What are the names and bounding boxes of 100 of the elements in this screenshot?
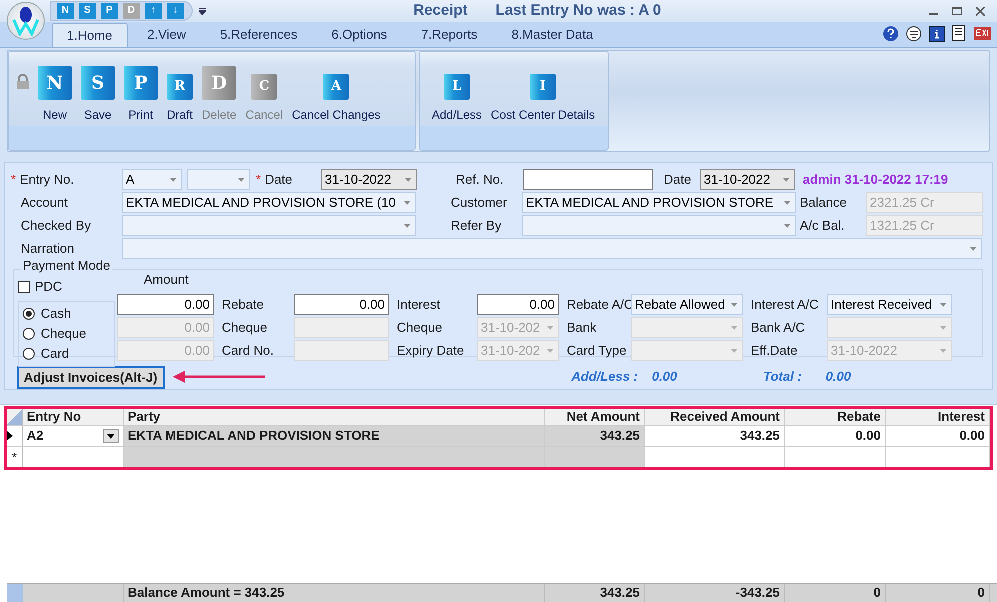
field-label: Narration — [20, 240, 76, 258]
field-label: Checked By — [20, 216, 92, 235]
column-header[interactable]: Received Amount — [645, 409, 785, 425]
ribbon-tab[interactable]: 8.Master Data — [498, 23, 608, 47]
ribbon-button[interactable]: N New — [36, 66, 74, 124]
dropdown-field[interactable] — [522, 215, 796, 236]
radio-button[interactable] — [23, 348, 35, 360]
book-icon: S — [81, 66, 115, 100]
maximize-icon[interactable] — [952, 7, 962, 15]
field-label: Date — [265, 170, 293, 189]
input-field[interactable]: 0.00 — [477, 294, 559, 315]
column-header[interactable]: Interest — [886, 409, 990, 425]
dropdown-arrow-icon — [731, 302, 738, 306]
window-subtitle: Last Entry No was : A 0 — [496, 0, 662, 21]
table-cell: EKTA MEDICAL AND PROVISION STORE — [124, 426, 545, 446]
quick-access-button[interactable]: N — [57, 3, 74, 19]
dropdown-arrow-icon — [547, 348, 554, 352]
checkbox[interactable] — [18, 280, 30, 292]
footer-total: 0 — [785, 584, 886, 602]
column-header[interactable]: Entry No — [23, 409, 124, 425]
radio-button[interactable] — [23, 328, 35, 340]
help-icon[interactable] — [883, 26, 899, 42]
audit-label: admin 31-10-2022 17:19 — [803, 170, 948, 189]
column-header[interactable]: Party — [124, 409, 545, 425]
group-legend: Payment Mode — [21, 259, 112, 273]
dropdown-field[interactable] — [122, 238, 982, 259]
quick-access-button[interactable]: P — [101, 3, 118, 19]
input-field[interactable]: 0.00 — [294, 294, 389, 315]
dropdown-arrow-icon — [940, 348, 947, 352]
add-less-label: Add/Less : — [572, 368, 638, 386]
ribbon-tab[interactable]: 5.References — [206, 23, 312, 47]
dropdown-arrow-icon — [970, 246, 977, 250]
dropdown-arrow-icon — [170, 178, 177, 182]
book-icon: C — [251, 74, 278, 100]
dropdown-field[interactable]: A — [122, 169, 182, 190]
current-row-icon — [7, 431, 13, 441]
radio-button[interactable] — [23, 308, 35, 320]
dropdown-field[interactable]: 31-10-2022 — [700, 169, 795, 190]
field-label: Interest — [396, 296, 442, 314]
row-header[interactable] — [7, 426, 23, 446]
ribbon-button[interactable]: S Save — [79, 66, 117, 124]
quick-access-button[interactable]: S — [79, 3, 96, 19]
ribbon-button[interactable]: P Print — [122, 66, 160, 124]
ribbon-tab[interactable]: 6.Options — [318, 23, 402, 47]
dropdown-arrow-icon — [731, 326, 738, 330]
ribbon-tab[interactable]: 1.Home — [52, 23, 128, 47]
database-icon[interactable] — [906, 26, 922, 42]
dropdown-arrow-icon — [783, 178, 790, 182]
quick-access-button[interactable]: ↓ — [167, 3, 184, 19]
field-label: Cheque — [221, 318, 269, 337]
ribbon-button[interactable]: L Add/Less — [430, 66, 484, 124]
radio-label: Card — [41, 345, 70, 364]
field-label: Bank A/C — [750, 318, 806, 337]
field-label: A/c Bal. — [800, 216, 846, 235]
field-label: Card No. — [221, 342, 276, 360]
dropdown-field[interactable]: Rebate Allowed — [631, 294, 743, 315]
app-logo-icon[interactable] — [7, 2, 45, 40]
column-header[interactable]: Net Amount — [545, 409, 645, 425]
field-label: Ref. No. — [456, 170, 505, 189]
field-label: Rebate — [221, 296, 265, 314]
exit-icon[interactable] — [974, 27, 991, 40]
dropdown-field[interactable]: Interest Received — [827, 294, 952, 315]
dropdown-field[interactable] — [122, 215, 416, 236]
input-field[interactable]: 0.00 — [117, 294, 214, 315]
adjust-invoices-button[interactable]: Adjust Invoices(Alt-J) — [17, 366, 165, 388]
book-icon: R — [167, 74, 193, 100]
field-label: Refer By — [451, 216, 503, 235]
field-label: Account — [20, 194, 69, 212]
column-header[interactable]: Rebate — [785, 409, 886, 425]
dropdown-field[interactable]: 31-10-2022 — [321, 169, 417, 190]
footer-total: 343.25 — [545, 584, 645, 602]
dropdown-arrow-icon — [940, 326, 947, 330]
quick-access-button[interactable]: ↑ — [145, 3, 162, 19]
customize-menu-icon[interactable] — [199, 8, 206, 14]
ribbon-button[interactable]: I Cost Center Details — [489, 66, 598, 124]
dropdown-field[interactable]: EKTA MEDICAL AND PROVISION STORE — [522, 192, 796, 213]
info-icon[interactable] — [929, 26, 945, 42]
dropdown-field[interactable]: EKTA MEDICAL AND PROVISION STORE (10 — [122, 192, 416, 213]
book-icon: L — [444, 74, 470, 100]
ribbon-tab[interactable]: 7.Reports — [407, 23, 492, 47]
book-icon: P — [124, 66, 158, 100]
dropdown-field[interactable] — [187, 169, 250, 190]
input-field[interactable] — [523, 169, 653, 190]
dropdown-arrow-icon — [238, 178, 245, 182]
document-icon[interactable] — [952, 25, 967, 42]
field-label: Date — [664, 170, 692, 189]
row-header — [7, 584, 23, 602]
required-mark: * — [11, 170, 16, 189]
ribbon-button[interactable]: R Draft — [165, 66, 196, 124]
ribbon-tab[interactable]: 2.View — [134, 23, 200, 47]
lock-icon[interactable] — [15, 74, 31, 90]
close-icon[interactable] — [976, 6, 985, 16]
field-label: Customer — [451, 194, 508, 212]
field-label: Card Type — [566, 342, 628, 360]
total-label: Total : — [763, 368, 802, 386]
dropdown-arrow-icon — [940, 302, 947, 306]
book-icon: D — [202, 66, 236, 100]
book-icon: A — [323, 74, 350, 100]
ribbon-button[interactable]: A Cancel Changes — [290, 66, 383, 124]
required-mark: * — [256, 170, 262, 189]
